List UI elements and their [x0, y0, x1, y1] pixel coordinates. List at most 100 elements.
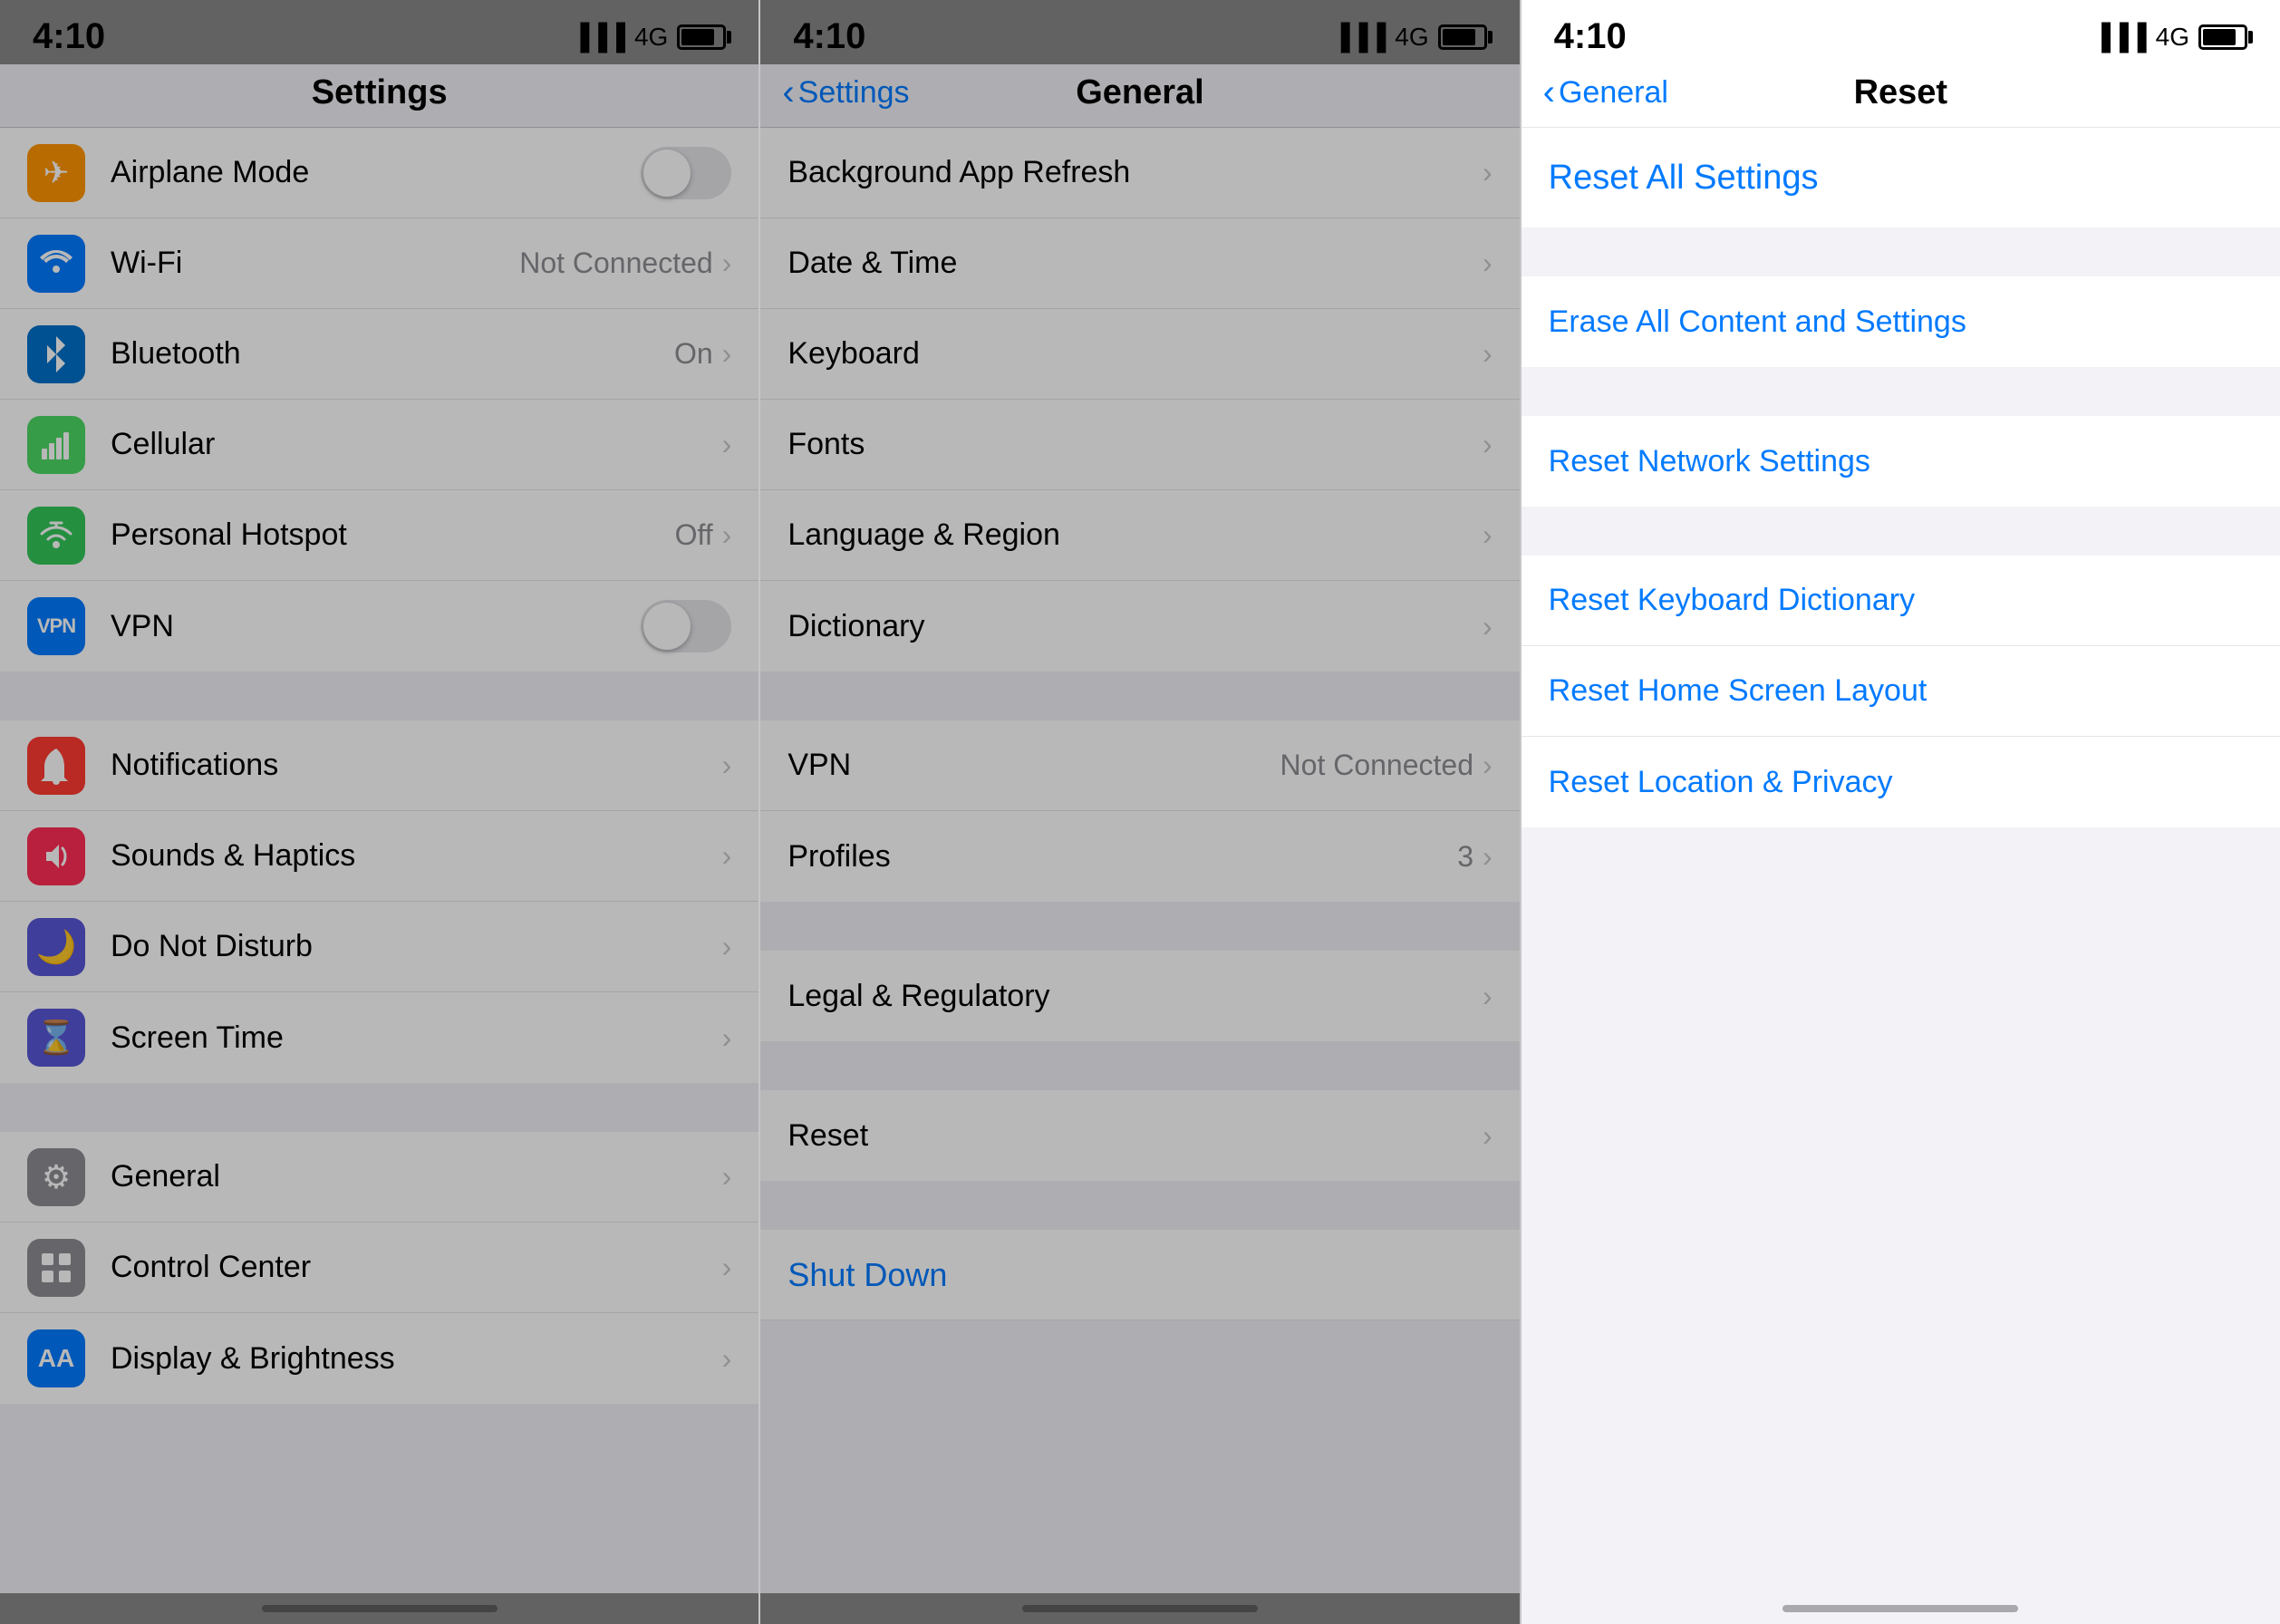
home-indicator-2	[760, 1593, 1519, 1624]
status-icons-2: ▐▐▐ 4G	[1332, 23, 1487, 52]
sounds-icon	[27, 827, 85, 885]
row-bluetooth[interactable]: Bluetooth On ›	[0, 309, 758, 400]
bluetooth-value: On	[674, 337, 713, 371]
nav-title-3: Reset	[1854, 73, 1948, 112]
group-shutdown: Shut Down	[760, 1230, 1519, 1320]
row-shutdown[interactable]: Shut Down	[760, 1230, 1519, 1320]
notifications-label: Notifications	[111, 748, 722, 783]
row-hotspot[interactable]: Personal Hotspot Off ›	[0, 490, 758, 581]
vpn-general-chevron: ›	[1483, 749, 1493, 782]
spacer-g2	[760, 902, 1519, 933]
row-reset-homescreen[interactable]: Reset Home Screen Layout	[1522, 646, 2280, 737]
reset-network-label: Reset Network Settings	[1549, 444, 2253, 479]
settings-list-2: Background App Refresh › Date & Time › K…	[760, 128, 1519, 1593]
row-reset-keyboard[interactable]: Reset Keyboard Dictionary	[1522, 556, 2280, 646]
back-button-2[interactable]: ‹ Settings	[782, 72, 909, 113]
row-datetime[interactable]: Date & Time ›	[760, 218, 1519, 309]
display-icon: AA	[27, 1329, 85, 1387]
notifications-icon	[27, 737, 85, 795]
row-dictionary[interactable]: Dictionary ›	[760, 581, 1519, 672]
row-wifi[interactable]: Wi-Fi Not Connected ›	[0, 218, 758, 309]
cellular-chevron: ›	[722, 428, 732, 461]
profiles-chevron: ›	[1483, 840, 1493, 874]
row-cellular[interactable]: Cellular ›	[0, 400, 758, 490]
status-icons-3: ▐▐▐ 4G	[2092, 23, 2247, 52]
group-erase-all: Erase All Content and Settings	[1522, 276, 2280, 367]
home-indicator-3	[1522, 1593, 2280, 1624]
row-keyboard[interactable]: Keyboard ›	[760, 309, 1519, 400]
row-reset-all-settings[interactable]: Reset All Settings	[1522, 128, 2280, 227]
back-button-3[interactable]: ‹ General	[1543, 72, 1668, 113]
spacer-g4	[760, 1181, 1519, 1212]
bluetooth-icon	[27, 325, 85, 383]
keyboard-chevron: ›	[1483, 337, 1493, 371]
row-airplane[interactable]: ✈ Airplane Mode	[0, 128, 758, 218]
status-bar-3: 4:10 ▐▐▐ 4G	[1522, 0, 2280, 64]
group-vpn-profiles: VPN Not Connected › Profiles 3 ›	[760, 720, 1519, 902]
row-reset-location[interactable]: Reset Location & Privacy	[1522, 737, 2280, 827]
row-profiles[interactable]: Profiles 3 ›	[760, 811, 1519, 902]
home-bar-2	[1022, 1605, 1258, 1612]
profiles-label: Profiles	[787, 839, 1457, 875]
general-label: General	[111, 1159, 722, 1194]
reset-location-label: Reset Location & Privacy	[1549, 765, 2253, 800]
bottom-spacer-2	[760, 1320, 1519, 1375]
row-notifications[interactable]: Notifications ›	[0, 720, 758, 811]
dictionary-label: Dictionary	[787, 609, 1483, 644]
wifi-label: Wi-Fi	[111, 246, 519, 281]
nav-title-2: General	[1076, 73, 1204, 112]
row-fonts[interactable]: Fonts ›	[760, 400, 1519, 490]
vpn-general-value: Not Connected	[1280, 749, 1473, 782]
home-bar-1	[262, 1605, 498, 1612]
panel2-general: 4:10 ▐▐▐ 4G ‹ Settings General Backgroun…	[760, 0, 1519, 1624]
spacer-r1	[1522, 227, 2280, 258]
datetime-chevron: ›	[1483, 246, 1493, 280]
dnd-icon: 🌙	[27, 918, 85, 976]
vpn-toggle[interactable]	[641, 600, 731, 652]
row-controlcenter[interactable]: Control Center ›	[0, 1223, 758, 1313]
row-language[interactable]: Language & Region ›	[760, 490, 1519, 581]
group-notifications: Notifications › Sounds & Haptics › 🌙 Do …	[0, 720, 758, 1083]
battery-icon-1	[677, 24, 726, 50]
row-general[interactable]: ⚙ General ›	[0, 1132, 758, 1223]
row-legal[interactable]: Legal & Regulatory ›	[760, 951, 1519, 1041]
signal-icon-1: ▐▐▐	[571, 23, 625, 52]
network-type-2: 4G	[1395, 23, 1428, 52]
notifications-chevron: ›	[722, 749, 732, 782]
airplane-toggle[interactable]	[641, 147, 731, 199]
row-bgrefresh[interactable]: Background App Refresh ›	[760, 128, 1519, 218]
nav-bar-2: ‹ Settings General	[760, 64, 1519, 128]
controlcenter-chevron: ›	[722, 1251, 732, 1284]
battery-icon-3	[2198, 24, 2247, 50]
home-indicator-1	[0, 1593, 758, 1624]
group-reset: Reset ›	[760, 1090, 1519, 1181]
row-reset-network[interactable]: Reset Network Settings	[1522, 416, 2280, 507]
row-screentime[interactable]: ⌛ Screen Time ›	[0, 992, 758, 1083]
screentime-label: Screen Time	[111, 1020, 722, 1056]
nav-bar-1: Settings	[0, 64, 758, 128]
language-chevron: ›	[1483, 518, 1493, 552]
row-donotdisturb[interactable]: 🌙 Do Not Disturb ›	[0, 902, 758, 992]
display-label: Display & Brightness	[111, 1341, 722, 1377]
group-general: ⚙ General › Control Center › AA Display …	[0, 1132, 758, 1404]
row-sounds[interactable]: Sounds & Haptics ›	[0, 811, 758, 902]
row-reset[interactable]: Reset ›	[760, 1090, 1519, 1181]
shutdown-label: Shut Down	[787, 1256, 1492, 1294]
back-label-3: General	[1559, 75, 1668, 111]
hotspot-chevron: ›	[722, 518, 732, 552]
keyboard-label: Keyboard	[787, 336, 1483, 372]
row-erase-all[interactable]: Erase All Content and Settings	[1522, 276, 2280, 367]
group-reset-more: Reset Keyboard Dictionary Reset Home Scr…	[1522, 556, 2280, 827]
fonts-chevron: ›	[1483, 428, 1493, 461]
row-vpn[interactable]: VPN VPN	[0, 581, 758, 672]
time-3: 4:10	[1554, 16, 1627, 57]
row-display[interactable]: AA Display & Brightness ›	[0, 1313, 758, 1404]
signal-icon-3: ▐▐▐	[2092, 23, 2147, 52]
dictionary-chevron: ›	[1483, 610, 1493, 643]
row-vpn-general[interactable]: VPN Not Connected ›	[760, 720, 1519, 811]
datetime-label: Date & Time	[787, 246, 1483, 281]
general-icon: ⚙	[27, 1148, 85, 1206]
signal-icon-2: ▐▐▐	[1332, 23, 1386, 52]
dnd-label: Do Not Disturb	[111, 929, 722, 964]
group-general-1: Background App Refresh › Date & Time › K…	[760, 128, 1519, 672]
